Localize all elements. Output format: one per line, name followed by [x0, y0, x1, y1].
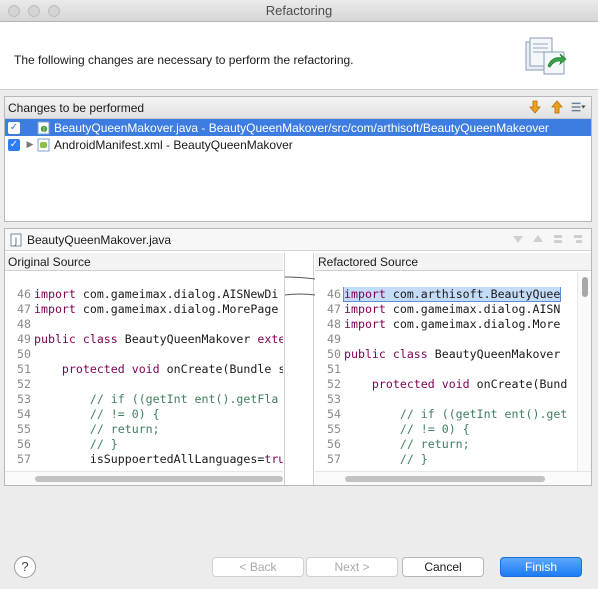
refactored-code: 46 import com.arthisoft.BeautyQuee 47 impor… [315, 271, 591, 467]
help-button[interactable]: ? [14, 556, 36, 578]
scrollbar-thumb[interactable] [582, 277, 588, 297]
java-file-icon: J [37, 121, 50, 134]
next-difference-icon[interactable] [511, 232, 525, 246]
change-checkbox-java[interactable]: ✓ [8, 121, 20, 134]
banner-message: The following changes are necessary to p… [14, 53, 354, 67]
preview-file-label: BeautyQueenMakover.java [27, 232, 172, 247]
dialog-banner: The following changes are necessary to p… [0, 22, 598, 90]
expand-arrow-icon[interactable]: ▶ [26, 139, 34, 150]
refactored-vertical-scrollbar[interactable] [577, 272, 591, 471]
code-line: 57 isSuppoertedAllLanguages=tru [17, 452, 283, 466]
changes-header: Changes to be performed [5, 97, 591, 119]
changes-header-label: Changes to be performed [8, 100, 145, 115]
preview-header: J BeautyQueenMakover.java [5, 229, 591, 251]
title-bar: Refactoring [0, 0, 598, 22]
close-window-button[interactable] [8, 5, 20, 17]
back-button[interactable]: < Back [212, 557, 304, 577]
change-item-java[interactable]: ✓ J BeautyQueenMakover.java - BeautyQuee… [5, 119, 591, 136]
refactored-horizontal-scrollbar[interactable] [315, 471, 591, 485]
next-button[interactable]: Next > [306, 557, 398, 577]
svg-text:J: J [42, 127, 44, 133]
finish-button[interactable]: Finish [500, 557, 582, 577]
refactored-source-title: Refactored Source [315, 253, 591, 271]
minimize-window-button[interactable] [28, 5, 40, 17]
cancel-button[interactable]: Cancel [402, 557, 484, 577]
code-line: 57 // } [327, 452, 428, 466]
original-source-pane[interactable]: Original Source 46 import com.gameimax.di… [5, 253, 283, 485]
code-line: 49 public class BeautyQueenMakover exte [17, 332, 283, 346]
window-controls [8, 5, 60, 17]
change-item-manifest[interactable]: ✓ ▶ AndroidManifest.xml - BeautyQueenMak… [5, 136, 591, 153]
svg-text:J: J [14, 237, 18, 247]
dialog-footer: ? < Back Next > Cancel Finish [0, 540, 598, 589]
original-source-title: Original Source [5, 253, 283, 271]
preview-panel: J BeautyQueenMakover.java Original Sourc… [4, 228, 592, 486]
previous-change-icon[interactable] [571, 232, 585, 246]
code-line: 54 // != 0) { [17, 407, 160, 421]
change-item-label: AndroidManifest.xml - BeautyQueenMakover [54, 137, 293, 152]
code-line: 47 import com.gameimax.dialog.AISN [327, 302, 561, 316]
code-line: 54 // if ((getInt ent().get [327, 407, 568, 421]
original-code: 46 import com.gameimax.dialog.AISNewDi 47 i… [5, 271, 283, 467]
filter-changes-icon[interactable] [571, 99, 587, 115]
code-line: 50 [17, 347, 31, 361]
diff-gutter [284, 253, 316, 485]
code-line: 52 [17, 377, 31, 391]
next-change-icon[interactable] [551, 232, 565, 246]
scrollbar-thumb[interactable] [35, 476, 283, 482]
code-line: 56 // return; [327, 437, 470, 451]
android-manifest-icon [37, 138, 50, 151]
original-horizontal-scrollbar[interactable] [5, 471, 283, 485]
refactoring-wizard-icon [525, 37, 567, 75]
diff-connector [284, 276, 316, 296]
code-line: 56 // } [17, 437, 118, 451]
change-checkbox-manifest[interactable]: ✓ [8, 138, 20, 151]
code-line: 46 import com.gameimax.dialog.AISNewDi [17, 287, 279, 301]
previous-difference-icon[interactable] [531, 232, 545, 246]
code-line: 51 protected void onCreate(Bundle s [17, 362, 283, 376]
next-change-icon[interactable] [527, 99, 543, 115]
java-file-icon: J [10, 233, 22, 247]
code-line: 55 // return; [17, 422, 160, 436]
window-title: Refactoring [265, 3, 333, 18]
code-line: 48 import com.gameimax.dialog.More [327, 317, 561, 331]
code-line: 46 import com.arthisoft.BeautyQuee [327, 287, 562, 302]
code-line: 47 import com.gameimax.dialog.MorePage [17, 302, 279, 316]
previous-change-icon[interactable] [549, 99, 565, 115]
scrollbar-thumb[interactable] [345, 476, 545, 482]
code-line: 53 [327, 392, 341, 406]
code-line: 48 [17, 317, 31, 331]
code-line: 52 protected void onCreate(Bund [327, 377, 568, 391]
change-item-label: BeautyQueenMakover.java - BeautyQueenMak… [54, 120, 549, 135]
code-line: 49 [327, 332, 341, 346]
changes-panel: Changes to be performed ✓ J BeautyQueenM… [4, 96, 592, 222]
refactored-source-pane[interactable]: Refactored Source 46 import com.arthisoft… [315, 253, 591, 485]
code-line: 50 public class BeautyQueenMakover [327, 347, 561, 361]
code-line: 55 // != 0) { [327, 422, 470, 436]
code-line: 51 [327, 362, 341, 376]
zoom-window-button[interactable] [48, 5, 60, 17]
code-line: 53 // if ((getInt ent().getFla [17, 392, 279, 406]
